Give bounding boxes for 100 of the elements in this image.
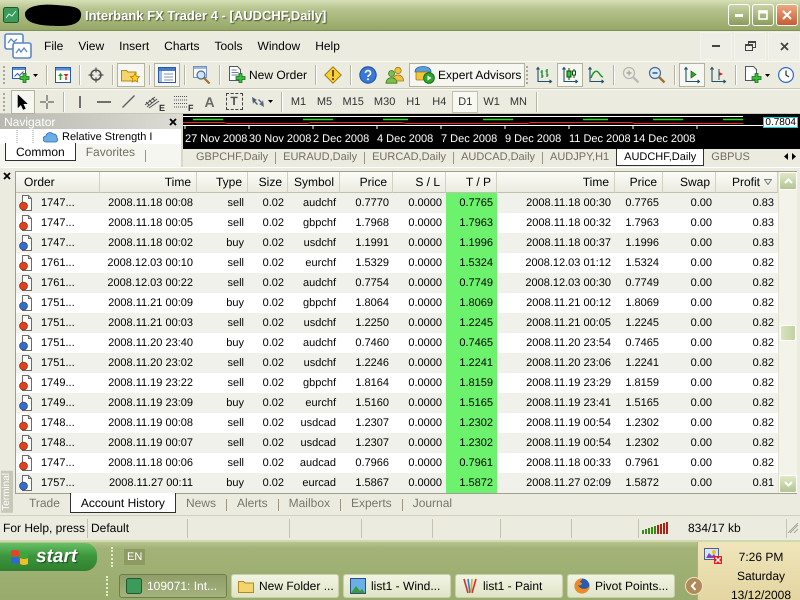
show-hidden-icons-button[interactable] [685, 576, 703, 594]
maximize-button[interactable] [752, 4, 774, 26]
table-cell-text: usdchf [302, 316, 337, 331]
column-header[interactable]: Size [248, 172, 288, 193]
text-label-tool-button[interactable]: T [226, 93, 243, 110]
period-button[interactable]: D1 [452, 90, 478, 112]
table-row[interactable]: 1749... 2008.11.19 23:09 buy 0.02 eurchf 1.5160 0.0000 1.5165 2008.11.19 23:41 1.5165 0.00 0.82 [16, 393, 778, 413]
menu-item[interactable]: Window [250, 36, 308, 56]
period-button[interactable]: M15 [338, 90, 369, 112]
toolbar-grip[interactable] [3, 92, 8, 110]
taskbar-button[interactable]: Pivot Points... [567, 574, 675, 598]
table-cell-text: 2008.11.21 00:03 [107, 316, 194, 331]
taskbar-button[interactable]: list1 - Paint [455, 574, 563, 598]
price-label: 0.7804 [763, 117, 798, 128]
panel-tab[interactable]: Favorites [76, 143, 146, 161]
chart-shift-icon [709, 66, 728, 84]
menu-item[interactable]: Charts [157, 36, 206, 56]
chart-tab[interactable]: GBPCHF,Daily [189, 149, 276, 166]
column-header[interactable]: Order [16, 172, 100, 193]
restore-button[interactable] [734, 32, 766, 60]
panel-tab[interactable]: Mailbox [278, 493, 340, 513]
scrollbar-thumb[interactable] [780, 324, 796, 340]
taskbar-button[interactable]: list1 - Wind... [343, 574, 451, 598]
table-row[interactable]: 1747... 2008.11.18 00:08 sell 0.02 audchf 0.7770 0.0000 0.7765 2008.11.18 00:30 0.7765 0.00 0.83 [16, 193, 778, 213]
column-header[interactable]: Swap [663, 172, 716, 193]
taskbar-button[interactable]: New Folder ... [231, 574, 339, 598]
column-header[interactable]: Price [615, 172, 663, 193]
panel-tab[interactable]: Trade [19, 493, 70, 513]
taskbar-grip[interactable] [111, 546, 116, 566]
menu-item[interactable]: Help [308, 36, 347, 56]
cursor-button[interactable] [11, 90, 35, 114]
table-row[interactable]: 1751... 2008.11.21 00:03 sell 0.02 usdchf 1.2250 0.0000 1.2245 2008.11.21 00:05 1.2245 0.00 0.82 [16, 313, 778, 333]
column-header[interactable]: Symbol [288, 172, 340, 193]
new-order-button[interactable]: New Order [224, 63, 312, 87]
chart-tab[interactable]: EURCAD,Daily [365, 149, 454, 166]
auto-scroll-button[interactable] [679, 63, 706, 87]
panel-tab[interactable]: Account History [70, 493, 176, 513]
period-button[interactable]: W1 [478, 90, 505, 112]
table-cell-text: 2008.11.18 00:08 [107, 196, 194, 211]
column-header[interactable]: Profit [716, 172, 778, 193]
chart-tab[interactable]: AUDCHF,Daily [616, 149, 704, 166]
table-row[interactable]: 1748... 2008.11.19 00:07 sell 0.02 usdcad 1.2307 0.0000 1.2302 2008.11.19 00:54 1.2302 0.00 0.82 [16, 433, 778, 453]
horizontal-line-icon [97, 100, 111, 102]
column-header[interactable]: Price [340, 172, 393, 193]
period-button[interactable]: M30 [368, 90, 400, 112]
period-button[interactable]: M1 [286, 90, 312, 112]
caret-icon [268, 100, 273, 103]
menu-item[interactable]: File [37, 36, 70, 56]
period-button[interactable]: H4 [426, 90, 452, 112]
column-header[interactable]: T / P [446, 172, 497, 193]
table-cell-text: 0.00 [690, 436, 713, 451]
expert-advisors-button[interactable]: Expert Advisors [409, 63, 526, 87]
caret-icon [33, 74, 38, 76]
chart-tab[interactable]: AUDJPY,H1 [543, 149, 616, 166]
table-cell-text: sell [226, 416, 245, 431]
table-cell-text: buy [225, 396, 245, 411]
text-tool-button[interactable]: A [198, 90, 222, 114]
scroll-left-button[interactable] [784, 153, 788, 160]
column-header[interactable]: Time [497, 172, 615, 193]
column-header[interactable]: S / L [393, 172, 446, 193]
table-row[interactable]: 1761... 2008.12.03 00:22 sell 0.02 audchf 0.7754 0.0000 0.7749 2008.12.03 00:30 0.7749 0.00 0.82 [16, 273, 778, 293]
table-cell-text: 0.82 [752, 256, 775, 271]
column-header[interactable]: Type [197, 172, 248, 193]
menu-item[interactable]: Insert [112, 36, 156, 56]
table-cell-text: 0.00 [690, 476, 713, 491]
terminal-button[interactable] [154, 63, 180, 87]
panel-tab[interactable]: Experts [341, 493, 402, 513]
people-icon [385, 66, 406, 84]
candlestick-button[interactable] [557, 63, 584, 87]
minimize-icon [712, 45, 720, 47]
order-number: 1761... [41, 277, 75, 289]
table-cell-text: 1.1991 [354, 236, 390, 251]
period-button[interactable]: M5 [312, 90, 338, 112]
toolbar-grip[interactable] [526, 66, 528, 84]
scrollbar-track[interactable] [778, 172, 797, 493]
table-row[interactable]: 1747... 2008.11.18 00:02 buy 0.02 usdchf 1.1991 0.0000 1.1996 2008.11.18 00:37 1.1996 0.00 0.83 [16, 233, 778, 253]
column-header[interactable]: Time [100, 172, 197, 193]
chart-tab[interactable]: EURAUD,Daily [276, 149, 364, 166]
start-button[interactable]: start [0, 542, 97, 570]
fibonacci-button[interactable]: F [169, 90, 198, 114]
close-button[interactable] [768, 32, 800, 60]
panel-tab[interactable]: Alerts [226, 493, 278, 513]
channel-button[interactable]: E [140, 90, 170, 114]
table-row[interactable]: 1757... 2008.11.27 00:11 buy 0.02 eurcad 1.5867 0.0000 1.5872 2008.11.27 02:09 1.5872 0.00 0.81 [16, 473, 778, 493]
scroll-right-button[interactable] [792, 153, 796, 160]
table-cell-text: 1.5324 [624, 256, 660, 271]
panel-tab[interactable]: Journal [402, 493, 462, 513]
chart-tab[interactable]: AUDCAD,Daily [454, 149, 542, 166]
menu-item[interactable]: View [71, 36, 112, 56]
period-button[interactable]: MN [504, 90, 532, 112]
table-row[interactable]: 1751... 2008.11.20 23:02 sell 0.02 usdchf 1.2246 0.0000 1.2241 2008.11.20 23:06 1.2241 0.00 0.82 [16, 353, 778, 373]
panel-tab[interactable]: Common [5, 143, 76, 161]
table-cell-text: 2008.11.19 00:07 [107, 436, 194, 451]
maximize-icon [758, 10, 768, 20]
menu-item[interactable]: Tools [208, 36, 250, 56]
chart-tab[interactable]: GBPUS [704, 149, 757, 166]
taskbar-grip[interactable] [106, 576, 111, 596]
panel-tab[interactable]: News [176, 493, 226, 513]
table-cell: 0.7465 [446, 333, 497, 353]
period-button[interactable]: H1 [400, 90, 426, 112]
